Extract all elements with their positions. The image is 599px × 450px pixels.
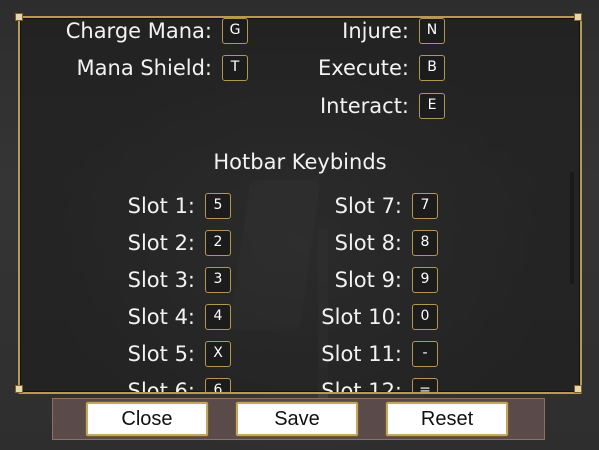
panel-corner-ornament bbox=[574, 385, 582, 393]
keybind-key-button[interactable]: E bbox=[419, 93, 445, 119]
keybind-row-interact: Interact: E bbox=[20, 93, 445, 119]
panel-corner-ornament bbox=[15, 385, 23, 393]
hotbar-section-title: Hotbar Keybinds bbox=[213, 150, 387, 174]
hotbar-slot-row: Slot 10: 0 bbox=[20, 304, 438, 330]
hotbar-slot-row: Slot 8: 8 bbox=[20, 230, 438, 256]
close-button[interactable]: Close bbox=[86, 402, 208, 436]
keybinds-panel: Charge Mana: G Mana Shield: T Injure: N … bbox=[18, 16, 582, 394]
keybind-key-button[interactable]: B bbox=[419, 55, 445, 81]
slot-label: Slot 8: bbox=[334, 231, 402, 255]
hotbar-slot-row: Slot 12: = bbox=[20, 378, 438, 394]
keybind-row-execute: Execute: B bbox=[20, 55, 445, 81]
slot-key-button[interactable]: - bbox=[412, 341, 438, 367]
keybind-label: Interact: bbox=[319, 94, 409, 118]
hotbar-slot-row: Slot 7: 7 bbox=[20, 193, 438, 219]
reset-button[interactable]: Reset bbox=[386, 402, 508, 436]
panel-corner-ornament bbox=[574, 13, 582, 21]
slot-label: Slot 12: bbox=[321, 379, 402, 394]
keybind-label: Injure: bbox=[342, 19, 409, 43]
slot-key-button[interactable]: = bbox=[412, 378, 438, 392]
keybind-row-injure: Injure: N bbox=[20, 18, 445, 44]
slot-key-button[interactable]: 0 bbox=[412, 304, 438, 330]
slot-key-button[interactable]: 9 bbox=[412, 267, 438, 293]
save-button[interactable]: Save bbox=[236, 402, 358, 436]
slot-label: Slot 10: bbox=[321, 305, 402, 329]
slot-label: Slot 7: bbox=[334, 194, 402, 218]
panel-scrollbar[interactable] bbox=[570, 172, 574, 284]
slot-label: Slot 9: bbox=[334, 268, 402, 292]
panel-corner-ornament bbox=[15, 13, 23, 21]
keybind-key-button[interactable]: N bbox=[419, 18, 445, 44]
hotbar-slot-row: Slot 11: - bbox=[20, 341, 438, 367]
slot-label: Slot 11: bbox=[321, 342, 402, 366]
slot-key-button[interactable]: 7 bbox=[412, 193, 438, 219]
keybind-label: Execute: bbox=[317, 56, 409, 80]
hotbar-slot-row: Slot 9: 9 bbox=[20, 267, 438, 293]
slot-key-button[interactable]: 8 bbox=[412, 230, 438, 256]
